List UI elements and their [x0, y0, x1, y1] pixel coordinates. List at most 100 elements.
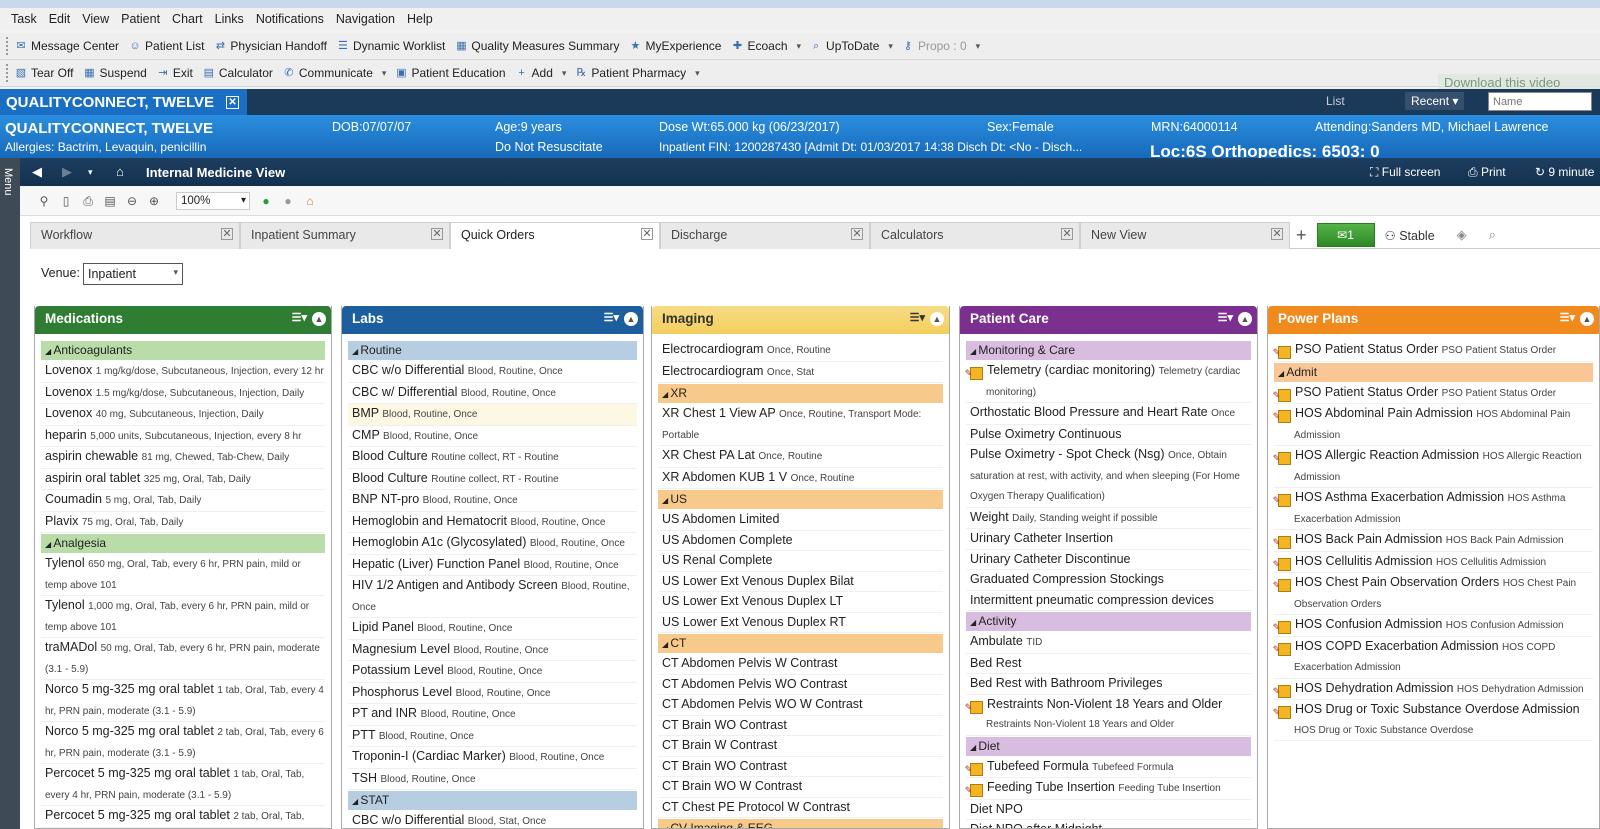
- collapse-icon[interactable]: ▲: [624, 312, 638, 326]
- order-item[interactable]: PTT Blood, Routine, Once: [348, 726, 637, 747]
- recent-button[interactable]: Recent ▾: [1405, 92, 1465, 110]
- home-icon[interactable]: ⌂: [302, 194, 318, 208]
- ecoach-button[interactable]: ✚ Ecoach: [730, 39, 788, 53]
- order-item[interactable]: Tylenol 650 mg, Oral, Tab, every 6 hr, P…: [41, 554, 325, 596]
- physician-handoff-button[interactable]: ⇄ Physician Handoff: [213, 39, 327, 53]
- order-item[interactable]: US Lower Ext Venous Duplex LT: [658, 592, 943, 613]
- patient-list-button[interactable]: ☺ Patient List: [128, 39, 204, 53]
- order-item[interactable]: XR Chest PA Lat Once, Routine: [658, 446, 943, 468]
- patient-tab[interactable]: QUALITYCONNECT, TWELVE ✕: [0, 89, 248, 115]
- message-center-button[interactable]: ✉ Message Center: [14, 39, 119, 53]
- order-item[interactable]: Norco 5 mg-325 mg oral tablet 1 tab, Ora…: [41, 680, 325, 722]
- close-icon[interactable]: ✕: [641, 228, 653, 240]
- order-item[interactable]: Pulse Oximetry - Spot Check (Nsg) Once, …: [966, 445, 1251, 508]
- section-header[interactable]: ◢ Analgesia: [41, 534, 325, 553]
- menu-chart[interactable]: Chart: [172, 12, 203, 26]
- fullscreen-button[interactable]: ⛶ Full screen: [1370, 165, 1440, 180]
- order-item[interactable]: Pulse Oximetry Continuous: [966, 425, 1251, 445]
- order-item[interactable]: ✎ HOS Abdominal Pain Admission HOS Abdomi…: [1273, 404, 1593, 446]
- section-header[interactable]: ◢ Diet: [966, 736, 1251, 756]
- order-item[interactable]: US Renal Complete: [658, 551, 943, 572]
- order-item[interactable]: US Lower Ext Venous Duplex RT: [658, 613, 943, 633]
- venue-select[interactable]: Inpatient: [83, 263, 183, 285]
- menu-notifications[interactable]: Notifications: [256, 12, 324, 26]
- order-item[interactable]: CT Abdomen Pelvis WO W Contrast: [658, 695, 943, 716]
- order-item[interactable]: Magnesium Level Blood, Routine, Once: [348, 640, 637, 661]
- order-item[interactable]: CT Brain W Contrast: [658, 736, 943, 757]
- order-item[interactable]: CT Brain WO Contrast: [658, 757, 943, 777]
- close-icon[interactable]: ✕: [1271, 228, 1283, 240]
- menu-edit[interactable]: Edit: [49, 12, 71, 26]
- order-item[interactable]: ✎ PSO Patient Status Order PSO Patient St…: [1273, 340, 1593, 362]
- collapse-icon[interactable]: ▲: [312, 312, 326, 326]
- collapse-icon[interactable]: ▲: [930, 312, 944, 326]
- order-item[interactable]: Electrocardiogram Once, Routine: [658, 340, 943, 362]
- order-item[interactable]: Lipid Panel Blood, Routine, Once: [348, 618, 637, 640]
- order-item[interactable]: ✎ HOS Asthma Exacerbation Admission HOS A…: [1273, 488, 1593, 530]
- order-item[interactable]: ✎ Restraints Non-Violent 18 Years and Old…: [965, 695, 1251, 736]
- order-item[interactable]: ✎ HOS Back Pain Admission HOS Back Pain A…: [1273, 530, 1593, 552]
- order-item[interactable]: Weight Daily, Standing weight if possibl…: [966, 508, 1251, 529]
- patient-education-button[interactable]: ▣ Patient Education: [394, 66, 505, 80]
- dynamic-worklist-button[interactable]: ☰ Dynamic Worklist: [336, 39, 445, 53]
- section-header[interactable]: ◢ XR: [658, 384, 943, 403]
- tag-icon[interactable]: ◈: [1457, 227, 1467, 243]
- list-menu-icon[interactable]: ☰▾: [1218, 311, 1233, 324]
- section-header[interactable]: ◢ STAT: [348, 791, 637, 810]
- tear-off-button[interactable]: ▧ Tear Off: [14, 66, 74, 80]
- order-item[interactable]: CBC w/o Differential Blood, Stat, Once: [348, 811, 637, 828]
- order-item[interactable]: Lovenox 1 mg/kg/dose, Subcutaneous, Inje…: [41, 361, 325, 383]
- name-search-input[interactable]: [1488, 92, 1592, 111]
- history-dropdown-icon[interactable]: ▾: [88, 167, 93, 178]
- menu-help[interactable]: Help: [407, 12, 433, 26]
- order-item[interactable]: Tylenol 1,000 mg, Oral, Tab, every 6 hr,…: [41, 596, 325, 638]
- order-item[interactable]: Hemoglobin and Hematocrit Blood, Routine…: [348, 512, 637, 533]
- order-item[interactable]: US Abdomen Complete: [658, 531, 943, 551]
- tab-quick-orders[interactable]: Quick Orders ✕: [450, 222, 660, 249]
- section-header[interactable]: ◢ US: [658, 490, 943, 509]
- order-item[interactable]: aspirin oral tablet 325 mg, Oral, Tab, D…: [41, 469, 325, 490]
- home-icon[interactable]: ⌂: [116, 164, 124, 179]
- order-item[interactable]: Urinary Catheter Insertion: [966, 529, 1251, 550]
- section-header[interactable]: ◢ Monitoring & Care: [966, 341, 1251, 360]
- section-header[interactable]: ◢ CT: [658, 634, 943, 653]
- section-header[interactable]: ◢ Admit: [1274, 362, 1593, 382]
- order-item[interactable]: aspirin chewable 81 mg, Chewed, Tab-Chew…: [41, 447, 325, 469]
- order-item[interactable]: XR Abdomen KUB 1 V Once, Routine: [658, 468, 943, 489]
- list-menu-icon[interactable]: ☰▾: [292, 311, 307, 324]
- order-item[interactable]: Electrocardiogram Once, Stat: [658, 362, 943, 383]
- order-item[interactable]: Hemoglobin A1c (Glycosylated) Blood, Rou…: [348, 533, 637, 555]
- chevron-down-icon[interactable]: ▾: [797, 41, 802, 52]
- collapse-icon[interactable]: ▲: [1580, 312, 1594, 326]
- order-item[interactable]: BNP NT-pro Blood, Routine, Once: [348, 490, 637, 512]
- order-item[interactable]: BMP Blood, Routine, Once: [348, 404, 637, 426]
- close-icon[interactable]: ✕: [431, 228, 443, 240]
- order-item[interactable]: CT Brain WO Contrast: [658, 716, 943, 736]
- list-button[interactable]: List: [1326, 94, 1345, 108]
- order-item[interactable]: Troponin-I (Cardiac Marker) Blood, Routi…: [348, 747, 637, 769]
- order-item[interactable]: HIV 1/2 Antigen and Antibody Screen Bloo…: [348, 576, 637, 618]
- list-menu-icon[interactable]: ☰▾: [910, 311, 925, 324]
- order-item[interactable]: Lovenox 40 mg, Subcutaneous, Injection, …: [41, 404, 325, 426]
- chevron-down-icon[interactable]: ▾: [976, 41, 981, 52]
- search-icon[interactable]: ⌕: [1489, 227, 1496, 243]
- communicate-button[interactable]: ✆ Communicate: [282, 66, 373, 80]
- order-item[interactable]: CT Abdomen Pelvis WO Contrast: [658, 675, 943, 695]
- add-tab-icon[interactable]: +: [1296, 225, 1307, 246]
- tab-inpatient-summary[interactable]: Inpatient Summary ✕: [240, 222, 450, 249]
- stable-button[interactable]: ⚇ Stable: [1385, 228, 1435, 243]
- patient-pharmacy-button[interactable]: ℞ Patient Pharmacy: [574, 66, 686, 80]
- close-icon[interactable]: ✕: [226, 95, 240, 109]
- section-header[interactable]: ◢ Anticoagulants: [41, 341, 325, 360]
- stop-icon[interactable]: ●: [280, 194, 296, 208]
- order-item[interactable]: traMADol 50 mg, Oral, Tab, every 6 hr, P…: [41, 638, 325, 680]
- refresh-button[interactable]: ↻ 9 minute: [1535, 165, 1594, 179]
- close-icon[interactable]: ✕: [851, 228, 863, 240]
- forward-icon[interactable]: ▶: [62, 164, 72, 180]
- uptodate-button[interactable]: ⌕ UpToDate: [809, 39, 879, 53]
- order-item[interactable]: PT and INR Blood, Routine, Once: [348, 704, 637, 726]
- list-menu-icon[interactable]: ☰▾: [1560, 311, 1575, 324]
- quality-measures-summary-button[interactable]: ▦ Quality Measures Summary: [454, 39, 619, 53]
- order-item[interactable]: CT Chest PE Protocol W Contrast: [658, 798, 943, 818]
- print-button[interactable]: ⎙ Print: [1468, 165, 1506, 180]
